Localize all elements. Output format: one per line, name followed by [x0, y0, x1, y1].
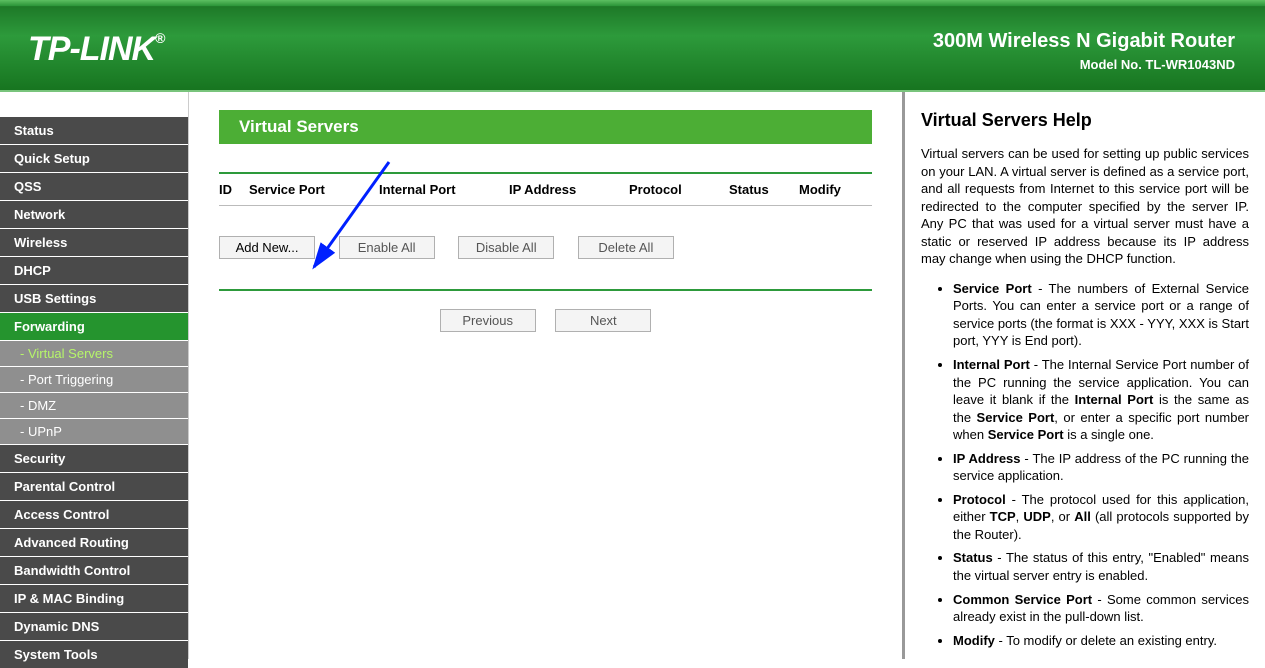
- brand-logo: TP-LINK®: [28, 30, 164, 69]
- help-title: Virtual Servers Help: [921, 110, 1249, 131]
- page-title: Virtual Servers: [219, 110, 872, 144]
- col-modify: Modify: [799, 182, 859, 197]
- nav-sub-upnp[interactable]: - UPnP: [0, 418, 188, 444]
- next-button[interactable]: Next: [555, 309, 651, 332]
- product-title: 300M Wireless N Gigabit Router: [933, 30, 1235, 53]
- enable-all-button[interactable]: Enable All: [339, 236, 435, 259]
- help-item-service-port: Service Port - The numbers of External S…: [953, 280, 1249, 350]
- delete-all-button[interactable]: Delete All: [578, 236, 674, 259]
- nav-security[interactable]: Security: [0, 444, 188, 472]
- nav-dynamic-dns[interactable]: Dynamic DNS: [0, 612, 188, 640]
- help-item-common-service-port: Common Service Port - Some common servic…: [953, 591, 1249, 626]
- sidebar: Status Quick Setup QSS Network Wireless …: [0, 92, 188, 659]
- nav-dhcp[interactable]: DHCP: [0, 256, 188, 284]
- nav-system-tools[interactable]: System Tools: [0, 640, 188, 668]
- col-ip-address: IP Address: [509, 182, 629, 197]
- help-item-modify: Modify - To modify or delete an existing…: [953, 632, 1249, 650]
- header-right: 300M Wireless N Gigabit Router Model No.…: [933, 30, 1235, 72]
- add-new-button[interactable]: Add New...: [219, 236, 315, 259]
- nav-bandwidth-control[interactable]: Bandwidth Control: [0, 556, 188, 584]
- nav-ip-mac-binding[interactable]: IP & MAC Binding: [0, 584, 188, 612]
- model-number: Model No. TL-WR1043ND: [933, 57, 1235, 72]
- nav-quick-setup[interactable]: Quick Setup: [0, 144, 188, 172]
- help-item-status: Status - The status of this entry, "Enab…: [953, 549, 1249, 584]
- help-item-ip-address: IP Address - The IP address of the PC ru…: [953, 450, 1249, 485]
- nav-sub-virtual-servers[interactable]: - Virtual Servers: [0, 340, 188, 366]
- nav-network[interactable]: Network: [0, 200, 188, 228]
- disable-all-button[interactable]: Disable All: [458, 236, 554, 259]
- table-header-row: ID Service Port Internal Port IP Address…: [219, 172, 872, 206]
- brand-text: TP-LINK: [28, 30, 155, 68]
- help-panel: Virtual Servers Help Virtual servers can…: [905, 92, 1265, 659]
- help-list: Service Port - The numbers of External S…: [921, 280, 1249, 649]
- nav-access-control[interactable]: Access Control: [0, 500, 188, 528]
- nav-advanced-routing[interactable]: Advanced Routing: [0, 528, 188, 556]
- action-button-row: Add New... Enable All Disable All Delete…: [219, 236, 872, 291]
- nav-sub-port-triggering[interactable]: - Port Triggering: [0, 366, 188, 392]
- main-panel: Virtual Servers ID Service Port Internal…: [188, 92, 905, 659]
- nav-usb-settings[interactable]: USB Settings: [0, 284, 188, 312]
- col-protocol: Protocol: [629, 182, 729, 197]
- registered-mark: ®: [155, 30, 164, 46]
- col-status: Status: [729, 182, 799, 197]
- nav-parental-control[interactable]: Parental Control: [0, 472, 188, 500]
- nav-qss[interactable]: QSS: [0, 172, 188, 200]
- previous-button[interactable]: Previous: [440, 309, 536, 332]
- header-stripe: [0, 0, 1265, 6]
- col-service-port: Service Port: [249, 182, 364, 197]
- help-intro: Virtual servers can be used for setting …: [921, 145, 1249, 268]
- pagination-row: Previous Next: [219, 309, 872, 332]
- header: TP-LINK® 300M Wireless N Gigabit Router …: [0, 0, 1265, 92]
- col-id: ID: [219, 182, 249, 197]
- nav-forwarding[interactable]: Forwarding: [0, 312, 188, 340]
- nav-sub-dmz[interactable]: - DMZ: [0, 392, 188, 418]
- nav-spacer: [0, 92, 188, 116]
- nav-status[interactable]: Status: [0, 116, 188, 144]
- nav-wireless[interactable]: Wireless: [0, 228, 188, 256]
- help-item-protocol: Protocol - The protocol used for this ap…: [953, 491, 1249, 544]
- col-internal-port: Internal Port: [379, 182, 509, 197]
- help-item-internal-port: Internal Port - The Internal Service Por…: [953, 356, 1249, 444]
